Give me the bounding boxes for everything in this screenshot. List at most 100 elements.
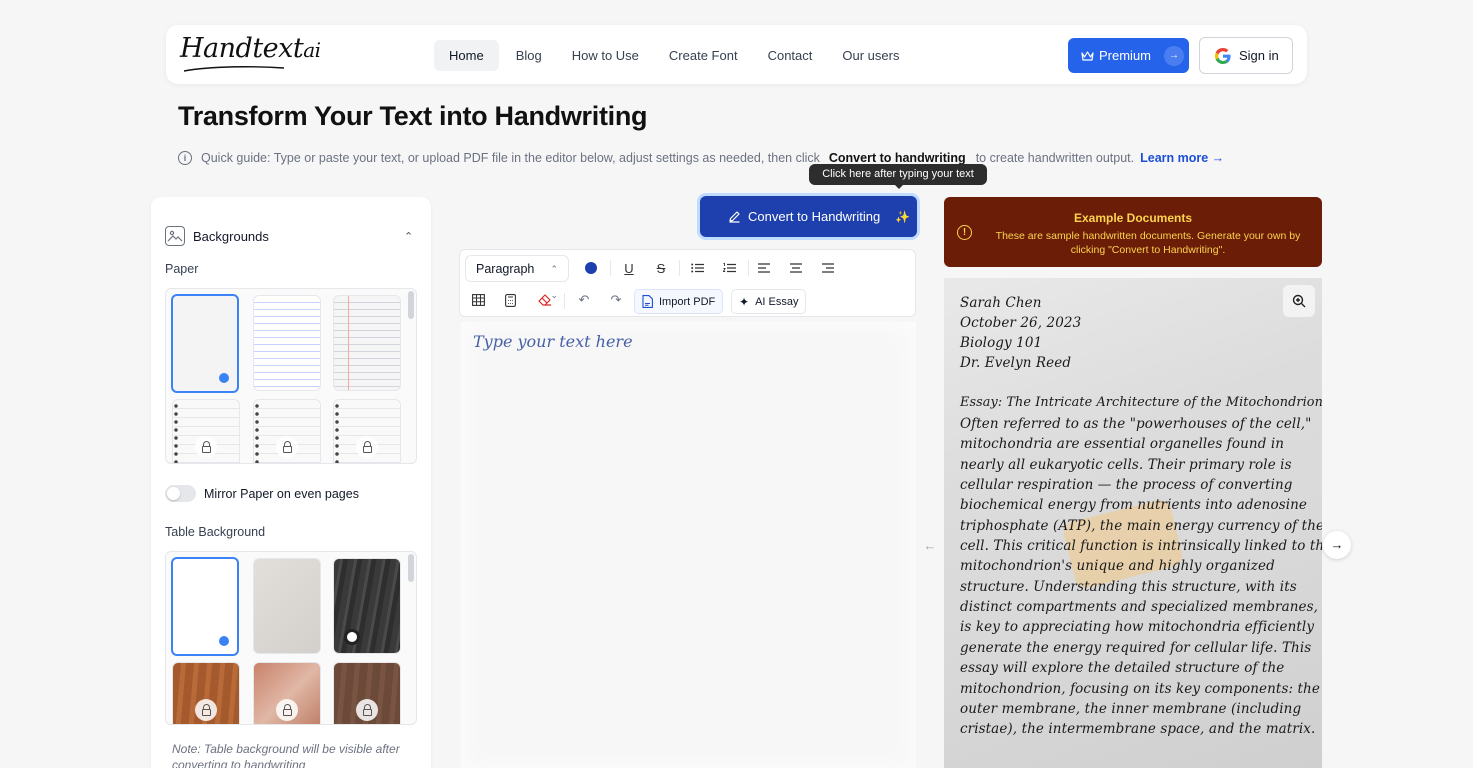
- handwritten-line: triphosphate (ATP), the main energy curr…: [960, 518, 1322, 534]
- arrow-left-icon[interactable]: ←: [921, 537, 939, 555]
- arrow-right-icon[interactable]: →: [1323, 531, 1351, 559]
- strikethrough-icon[interactable]: S: [650, 257, 672, 279]
- lock-icon: [276, 699, 298, 721]
- eraser-icon[interactable]: [534, 289, 556, 311]
- handwritten-line: cristae), the intermembrane space, and t…: [960, 721, 1316, 737]
- paragraph-style-value: Paragraph: [476, 262, 535, 276]
- align-left-icon[interactable]: [753, 257, 775, 279]
- numbered-list-icon[interactable]: [718, 257, 740, 279]
- redo-icon[interactable]: ↷: [605, 289, 627, 311]
- table-bg-option-desk[interactable]: [253, 662, 321, 724]
- table-bg-option-linen[interactable]: [253, 558, 321, 654]
- nav-link-blog[interactable]: Blog: [501, 40, 557, 71]
- handwritten-line: nearly all eukaryotic cells. Their prima…: [960, 457, 1292, 473]
- paper-option-legal[interactable]: [333, 295, 401, 391]
- guide-strong: Convert to handwriting: [828, 151, 966, 165]
- crown-icon: [1081, 51, 1094, 61]
- lock-icon: [195, 699, 217, 721]
- backgrounds-title: Backgrounds: [193, 228, 269, 244]
- paragraph-style-select[interactable]: Paragraph ⌃ ⌄: [465, 255, 569, 300]
- page-title: Transform Your Text into Handwriting: [178, 101, 648, 131]
- paper-option-lined[interactable]: [253, 295, 321, 391]
- alert-circle-icon: !: [957, 225, 972, 240]
- nav-link-our-users[interactable]: Our users: [827, 40, 914, 71]
- nav-link-how-to-use[interactable]: How to Use: [557, 40, 654, 71]
- quick-guide: i Quick guide: Type or paste your text, …: [178, 151, 1224, 165]
- table-bg-option-cafe[interactable]: [333, 662, 401, 724]
- handwritten-line: generate the energy required for cellula…: [960, 640, 1312, 656]
- brand-logo[interactable]: Handtextai: [180, 33, 321, 64]
- paper-option-plain[interactable]: [171, 294, 239, 393]
- handwritten-line: essay will explore the detailed structur…: [960, 660, 1285, 676]
- underline-icon[interactable]: U: [618, 257, 640, 279]
- lock-icon: [195, 436, 217, 458]
- table-background-label: Table Background: [165, 525, 266, 539]
- image-icon: [165, 226, 185, 246]
- chevron-up-icon[interactable]: ⌃: [404, 230, 413, 243]
- align-right-icon[interactable]: [817, 257, 839, 279]
- paper-scrollbar[interactable]: [408, 291, 414, 319]
- sparkles-icon: ✦: [739, 294, 750, 309]
- table-bg-scrollbar[interactable]: [408, 554, 414, 582]
- handwritten-line: distinct compartments and specialized me…: [960, 599, 1319, 615]
- handwritten-line: biochemical energy from nutrients into a…: [960, 497, 1308, 513]
- arrow-right-icon: →: [1164, 45, 1185, 66]
- zoom-in-button[interactable]: [1283, 285, 1315, 317]
- pen-icon: [729, 211, 740, 223]
- toolbar-divider: [679, 260, 680, 276]
- mirror-paper-toggle[interactable]: [165, 485, 196, 502]
- google-icon: [1215, 47, 1231, 64]
- handwritten-line: cell. This critical function is intrinsi…: [960, 538, 1322, 554]
- ai-essay-button[interactable]: ✦ AI Essay: [731, 289, 807, 314]
- convert-label: Convert to Handwriting: [748, 209, 881, 224]
- example-document-preview: Sarah Chen October 26, 2023 Biology 101 Dr.…: [944, 278, 1322, 768]
- paper-option-spiral-3[interactable]: [333, 399, 401, 463]
- handwritten-line: Sarah Chen: [960, 295, 1042, 311]
- table-bg-option-wood-plant[interactable]: [172, 662, 240, 724]
- convert-to-handwriting-button[interactable]: Convert to Handwriting ✨: [700, 196, 917, 237]
- file-pdf-icon: [642, 295, 653, 308]
- table-background-grid: [165, 551, 417, 725]
- bullet-list-icon[interactable]: [686, 257, 708, 279]
- import-pdf-button[interactable]: Import PDF: [634, 289, 724, 314]
- info-icon: i: [178, 151, 192, 165]
- handwritten-line: October 26, 2023: [960, 315, 1082, 331]
- editor-placeholder: Type your text here: [473, 332, 633, 351]
- align-center-icon[interactable]: [785, 257, 807, 279]
- zoom-in-icon: [1292, 294, 1306, 308]
- paper-option-spiral-1[interactable]: [172, 399, 240, 463]
- guide-after: to create handwritten output.: [975, 151, 1135, 165]
- table-icon[interactable]: [467, 289, 489, 311]
- nav-link-create-font[interactable]: Create Font: [654, 40, 753, 71]
- logo-swash-icon: [183, 66, 285, 72]
- lock-icon: [356, 436, 378, 458]
- nav-links: Home Blog How to Use Create Font Contact…: [434, 40, 914, 71]
- backgrounds-header[interactable]: Backgrounds: [165, 226, 269, 246]
- handwritten-line: Essay: The Intricate Architecture of the…: [960, 395, 1322, 410]
- sign-in-button[interactable]: Sign in: [1199, 37, 1293, 74]
- handwritten-line: Often referred to as the "powerhouses of…: [960, 416, 1312, 432]
- text-editor[interactable]: Type your text here: [461, 322, 916, 768]
- handwritten-line: mitochondrion, focusing on its key compo…: [960, 681, 1320, 697]
- selected-dot-icon: [219, 373, 229, 383]
- ai-essay-label: AI Essay: [755, 295, 799, 308]
- settings-panel: Backgrounds ⌃ Paper Mirror Paper on even…: [151, 197, 431, 768]
- table-bg-option-white[interactable]: [171, 557, 239, 656]
- premium-button[interactable]: Premium →: [1068, 38, 1189, 73]
- undo-icon[interactable]: ↶: [573, 289, 595, 311]
- color-swatch-icon: [585, 262, 597, 274]
- sparkle-icon: ✨: [895, 209, 911, 224]
- text-color-picker[interactable]: [580, 257, 602, 279]
- table-bg-option-dark-wood[interactable]: [333, 558, 401, 654]
- handwritten-line: structure. Understanding this structure,…: [960, 579, 1297, 595]
- calculator-icon[interactable]: [499, 289, 521, 311]
- mirror-toggle-row: Mirror Paper on even pages: [165, 485, 359, 502]
- import-pdf-label: Import PDF: [659, 295, 716, 308]
- table-bg-note: Note: Table background will be visible a…: [172, 742, 400, 768]
- paper-option-spiral-2[interactable]: [253, 399, 321, 463]
- learn-more-link[interactable]: Learn more →: [1140, 151, 1224, 165]
- premium-label: Premium: [1099, 48, 1152, 63]
- example-documents-notice: ! Example Documents These are sample han…: [944, 197, 1322, 267]
- nav-link-home[interactable]: Home: [434, 40, 499, 71]
- nav-link-contact[interactable]: Contact: [753, 40, 828, 71]
